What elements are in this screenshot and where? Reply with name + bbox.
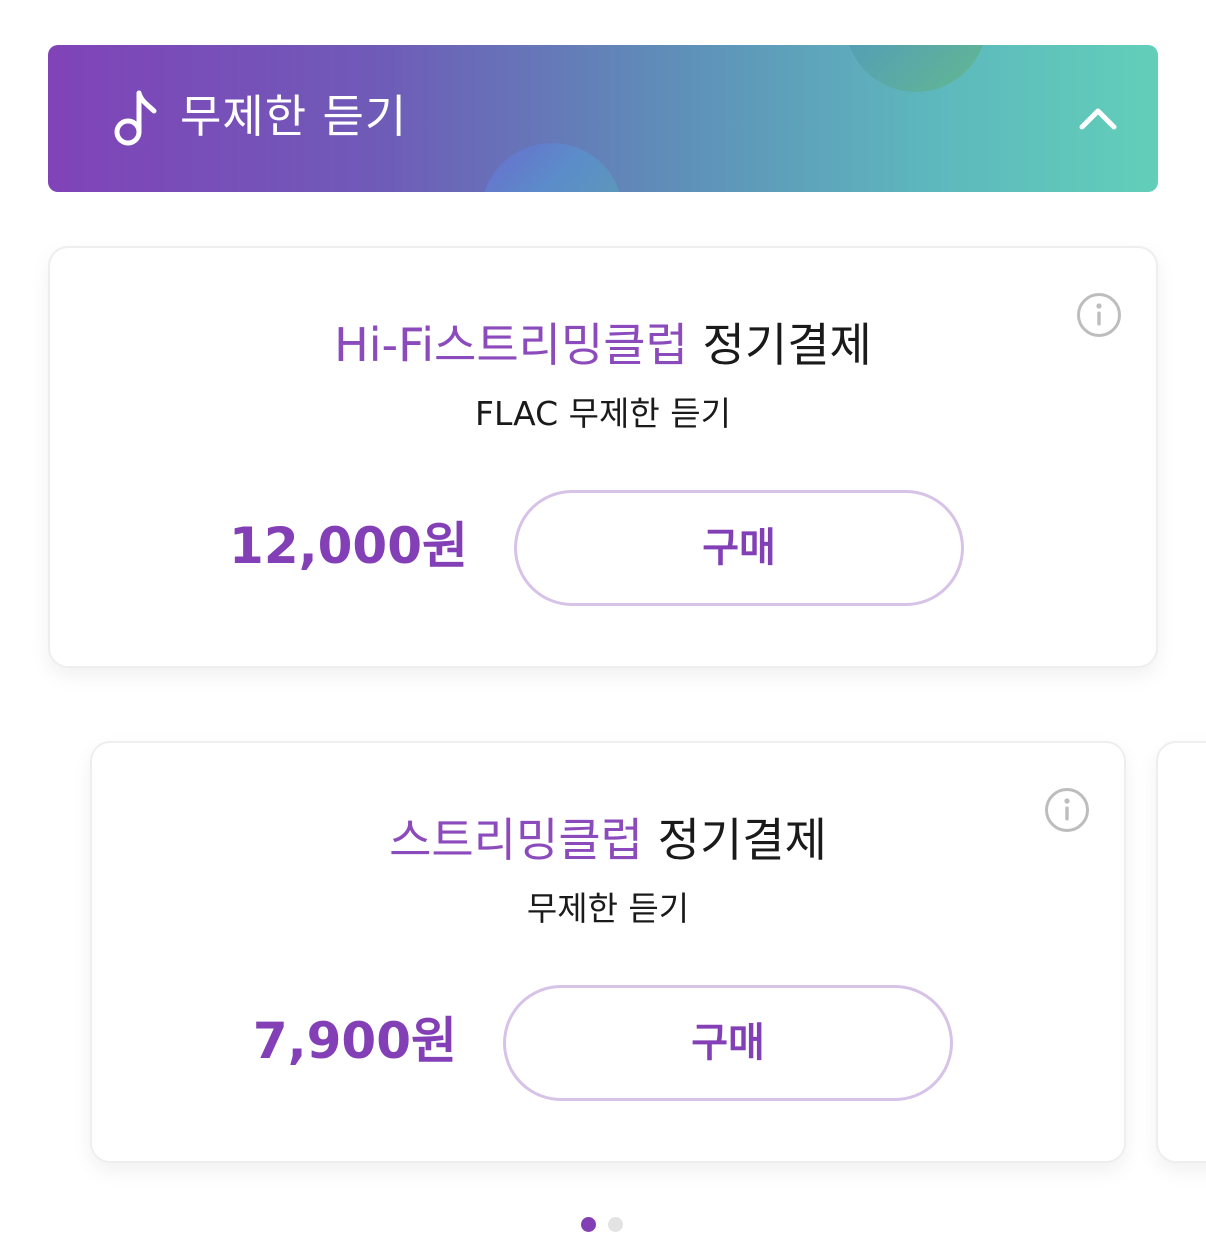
plan-card-next-peek[interactable] [1156, 741, 1206, 1163]
pager-dot-active[interactable] [581, 1217, 596, 1232]
decorative-circle [481, 143, 623, 192]
plan-price: 12,000원 [229, 517, 468, 575]
page: 무제한 듣기 Hi-Fi스트리밍클럽 정기결제 FLAC 무제한 듣기 12,0… [0, 0, 1206, 1259]
plan-subtitle: 무제한 듣기 [526, 889, 690, 928]
banner-title: 무제한 듣기 [180, 90, 408, 143]
plan-price: 7,900원 [252, 1012, 457, 1070]
unlimited-listening-banner[interactable]: 무제한 듣기 [48, 45, 1158, 192]
music-note-icon [114, 90, 157, 146]
buy-button[interactable]: 구매 [514, 490, 964, 606]
decorative-circle [845, 45, 987, 92]
chevron-up-icon[interactable] [1078, 103, 1118, 133]
plan-title: Hi-Fi스트리밍클럽 정기결제 [50, 316, 1156, 374]
plan-title: 스트리밍클럽 정기결제 [92, 811, 1124, 869]
plan-title-rest: 정기결제 [687, 318, 872, 372]
plan-title-rest: 정기결제 [643, 813, 827, 867]
plan-subtitle: FLAC 무제한 듣기 [475, 394, 731, 433]
plan-card-streaming: 스트리밍클럽 정기결제 무제한 듣기 7,900원 구매 [90, 741, 1126, 1163]
plan-card-hifi: Hi-Fi스트리밍클럽 정기결제 FLAC 무제한 듣기 12,000원 구매 [48, 246, 1158, 668]
buy-button[interactable]: 구매 [503, 985, 953, 1101]
pager-dot[interactable] [608, 1217, 623, 1232]
plan-title-accent: Hi-Fi스트리밍클럽 [334, 318, 688, 372]
plan-title-accent: 스트리밍클럽 [389, 813, 643, 867]
